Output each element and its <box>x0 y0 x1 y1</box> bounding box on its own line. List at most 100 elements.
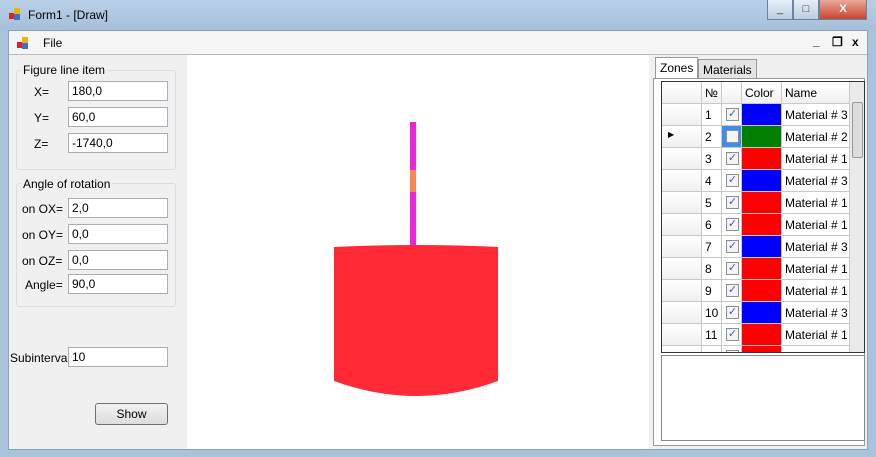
angle-label: Angle= <box>25 278 63 292</box>
z-label: Z= <box>34 137 49 151</box>
zones-grid[interactable]: № Color Name 1 ✓ Material # 3 ▶ 2 Material # 2 3 ✓… <box>661 81 865 353</box>
column-header[interactable]: № <box>702 82 722 104</box>
row-header[interactable] <box>662 192 702 214</box>
oy-label: on OY= <box>22 228 64 242</box>
figure-body <box>334 245 498 396</box>
mdi-restore-button[interactable]: ❐ <box>832 35 843 49</box>
zone-visible-cell[interactable]: ✓ <box>722 104 742 126</box>
mdi-close-button[interactable]: x <box>852 35 859 49</box>
oz-input[interactable] <box>68 250 168 270</box>
zone-material-name[interactable]: Material # 1 <box>782 214 850 236</box>
column-header[interactable]: Color <box>742 82 782 104</box>
minimize-button[interactable]: _ <box>767 0 793 20</box>
zone-checkbox[interactable]: ✓ <box>726 350 739 352</box>
maximize-button[interactable]: □ <box>793 0 819 20</box>
column-header[interactable]: Name <box>782 82 850 104</box>
title-bar: Form1 - [Draw] _ □ X <box>0 0 876 30</box>
zone-visible-cell[interactable]: ✓ <box>722 192 742 214</box>
zone-visible-cell[interactable]: ✓ <box>722 258 742 280</box>
menu-file[interactable]: File <box>43 36 62 50</box>
row-header[interactable]: ▶ <box>662 126 702 148</box>
zone-checkbox[interactable]: ✓ <box>726 174 739 187</box>
row-header[interactable] <box>662 324 702 346</box>
ox-input[interactable] <box>68 198 168 218</box>
draw-canvas[interactable] <box>187 55 649 449</box>
angle-input[interactable] <box>68 274 168 294</box>
zone-checkbox[interactable]: ✓ <box>726 306 739 319</box>
zone-checkbox[interactable]: ✓ <box>726 196 739 209</box>
zone-checkbox[interactable]: ✓ <box>726 262 739 275</box>
row-header[interactable] <box>662 214 702 236</box>
zone-material-name[interactable]: Material # 1 <box>782 346 850 352</box>
figure-rod-marks <box>410 170 416 192</box>
zone-visible-cell[interactable]: ✓ <box>722 214 742 236</box>
zone-checkbox[interactable] <box>726 130 739 143</box>
subinterval-label: Subinterval <box>10 351 71 365</box>
x-input[interactable] <box>68 81 168 101</box>
tab-zones[interactable]: Zones <box>655 57 699 79</box>
row-header[interactable] <box>662 302 702 324</box>
row-header[interactable] <box>662 346 702 352</box>
zone-checkbox[interactable]: ✓ <box>726 218 739 231</box>
zone-number: 8 <box>702 258 722 280</box>
zone-material-name[interactable]: Material # 1 <box>782 258 850 280</box>
zone-visible-cell[interactable]: ✓ <box>722 302 742 324</box>
zone-material-name[interactable]: Material # 3 <box>782 236 850 258</box>
row-header[interactable] <box>662 280 702 302</box>
row-header[interactable] <box>662 170 702 192</box>
zone-visible-cell[interactable]: ✓ <box>722 280 742 302</box>
grid-corner-header <box>662 82 702 104</box>
y-input[interactable] <box>68 107 168 127</box>
child-form-icon <box>17 37 29 49</box>
zone-checkbox[interactable]: ✓ <box>726 108 739 121</box>
zone-material-name[interactable]: Material # 1 <box>782 280 850 302</box>
z-input[interactable] <box>68 133 168 153</box>
zone-color[interactable] <box>742 104 782 126</box>
show-button[interactable]: Show <box>95 403 168 425</box>
zone-color[interactable] <box>742 192 782 214</box>
details-box <box>661 355 865 441</box>
zone-color[interactable] <box>742 258 782 280</box>
zone-checkbox[interactable]: ✓ <box>726 284 739 297</box>
column-header[interactable] <box>722 82 742 104</box>
scrollbar-thumb[interactable] <box>852 102 863 158</box>
row-header[interactable] <box>662 148 702 170</box>
zone-color[interactable] <box>742 324 782 346</box>
zone-color[interactable] <box>742 214 782 236</box>
zone-checkbox[interactable]: ✓ <box>726 328 739 341</box>
zone-visible-cell[interactable]: ✓ <box>722 148 742 170</box>
zone-material-name[interactable]: Material # 1 <box>782 148 850 170</box>
mdi-minimize-button[interactable]: _ <box>813 34 820 48</box>
zones-panel: Zones Materials № Color Name 1 ✓ Material # 3… <box>651 55 867 449</box>
row-header[interactable] <box>662 236 702 258</box>
close-button[interactable]: X <box>819 0 867 20</box>
zone-number: 4 <box>702 170 722 192</box>
zone-visible-cell[interactable]: ✓ <box>722 170 742 192</box>
zone-color[interactable] <box>742 236 782 258</box>
oz-label: on OZ= <box>22 254 63 268</box>
zone-material-name[interactable]: Material # 1 <box>782 324 850 346</box>
zone-material-name[interactable]: Material # 1 <box>782 192 850 214</box>
zone-material-name[interactable]: Material # 3 <box>782 104 850 126</box>
zone-color[interactable] <box>742 148 782 170</box>
zone-visible-cell[interactable]: ✓ <box>722 236 742 258</box>
zone-material-name[interactable]: Material # 3 <box>782 302 850 324</box>
zone-visible-cell[interactable] <box>722 126 742 148</box>
zone-color[interactable] <box>742 280 782 302</box>
oy-input[interactable] <box>68 224 168 244</box>
tab-materials[interactable]: Materials <box>698 59 757 79</box>
zone-checkbox[interactable]: ✓ <box>726 152 739 165</box>
zone-material-name[interactable]: Material # 3 <box>782 170 850 192</box>
zone-color[interactable] <box>742 170 782 192</box>
zone-color[interactable] <box>742 126 782 148</box>
row-header[interactable] <box>662 258 702 280</box>
subinterval-input[interactable] <box>68 347 168 367</box>
zone-checkbox[interactable]: ✓ <box>726 240 739 253</box>
zone-color[interactable] <box>742 346 782 352</box>
zone-visible-cell[interactable]: ✓ <box>722 346 742 352</box>
zone-material-name[interactable]: Material # 2 <box>782 126 850 148</box>
zone-visible-cell[interactable]: ✓ <box>722 324 742 346</box>
zone-number: 10 <box>702 302 722 324</box>
row-header[interactable] <box>662 104 702 126</box>
zone-color[interactable] <box>742 302 782 324</box>
